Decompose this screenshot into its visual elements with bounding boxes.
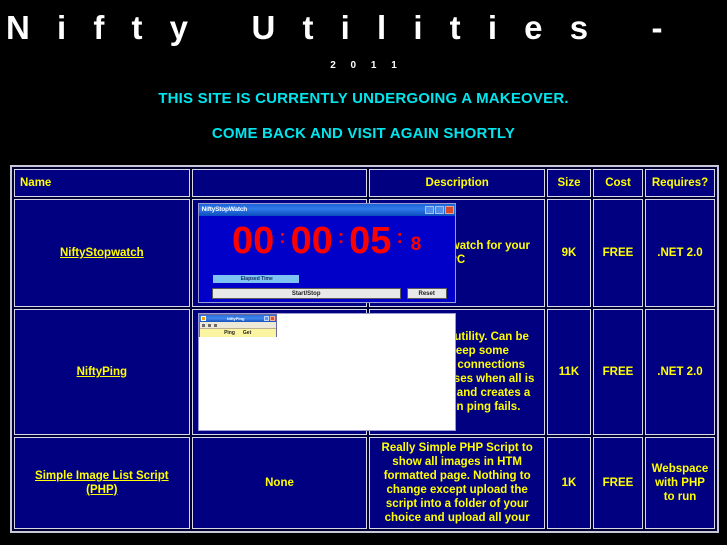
menu-dot-icon	[201, 323, 205, 327]
ping-window-buttons	[263, 316, 275, 321]
row-screenshot-cell: NiftyStopWatch 00 : 00 : 05 : 8 Elapsed …	[191, 199, 456, 307]
row-size-cell: 1K	[547, 437, 591, 529]
menu-dot-icon	[207, 323, 211, 327]
column-header-size: Size	[547, 169, 591, 197]
row-requires-cell: .NET 2.0	[645, 199, 715, 307]
notice-line-2: COME BACK AND VISIT AGAIN SHORTLY	[211, 125, 516, 142]
stopwatch-window-title: NiftyStopWatch	[201, 206, 248, 213]
no-screenshot-label: None	[265, 477, 294, 489]
table-row: NiftyStopwatch NiftyStopWatch 00 : 00 :	[14, 199, 715, 307]
stopwatch-titlebar: NiftyStopWatch	[198, 204, 455, 216]
row-name-cell: Simple Image List Script (PHP)	[14, 437, 190, 529]
close-icon[interactable]	[444, 206, 454, 214]
row-name-cell: NiftyStopwatch	[14, 199, 190, 307]
ping-titlebar: NiftyPing	[199, 315, 276, 322]
notice-line-1: THIS SITE IS CURRENTLY UNDERGOING A MAKE…	[158, 90, 569, 107]
ping-window-title: NiftyPing	[226, 316, 245, 321]
utility-link-simple-image-list-script[interactable]: Simple Image List Script (PHP)	[20, 469, 184, 497]
stopwatch-minutes: 00	[290, 220, 333, 262]
column-header-requires: Requires?	[645, 169, 715, 197]
row-cost-cell: FREE	[593, 309, 643, 435]
stopwatch-reset-button[interactable]: Reset	[406, 288, 447, 299]
minimize-icon[interactable]	[263, 316, 269, 321]
row-cost-cell: FREE	[593, 199, 643, 307]
row-size-cell: 11K	[547, 309, 591, 435]
ping-button[interactable]: Ping	[224, 329, 235, 337]
row-screenshot-cell: None	[191, 437, 368, 529]
stopwatch-status-bar: Elapsed Time	[212, 275, 299, 283]
page-title: N i f t y U t i l i t i e s - U K	[6, 9, 727, 46]
page-masthead: N i f t y U t i l i t i e s - U K 2 0 1 …	[0, 0, 727, 144]
stopwatch-button-row: Start/Stop Reset	[211, 288, 447, 299]
stopwatch-status-text: Elapsed Time	[240, 276, 273, 282]
utility-link-niftystopwatch[interactable]: NiftyStopwatch	[60, 246, 144, 260]
row-name-cell: NiftyPing	[14, 309, 190, 435]
utilities-table-wrap: Name Description Size Cost Requires? Nif…	[0, 165, 727, 533]
row-requires-cell: .NET 2.0	[645, 309, 715, 435]
maximize-icon[interactable]	[434, 206, 444, 214]
column-header-name: Name	[14, 169, 190, 197]
stopwatch-window-buttons	[424, 206, 454, 214]
page-year: 2 0 1 1	[330, 60, 403, 71]
row-description-cell: Really Simple PHP Script to show all ima…	[369, 437, 545, 529]
table-row: Simple Image List Script (PHP) None Real…	[14, 437, 715, 529]
row-size-cell: 9K	[547, 199, 591, 307]
column-header-screenshot	[191, 169, 368, 197]
stopwatch-hours: 00	[231, 220, 275, 262]
stopwatch-seconds: 05	[349, 220, 392, 262]
stopwatch-start-stop-button[interactable]: Start/Stop	[211, 288, 401, 299]
row-cost-cell: FREE	[593, 437, 643, 529]
utility-link-niftyping[interactable]: NiftyPing	[77, 365, 127, 379]
table-row: NiftyPing NiftyPing Ping Get Simple Ping…	[14, 309, 715, 435]
row-screenshot-cell: NiftyPing Ping Get	[191, 309, 456, 435]
stopwatch-tenths: 8	[410, 234, 422, 255]
stopwatch-separator-2: :	[337, 227, 345, 248]
ping-window: NiftyPing Ping Get	[198, 314, 277, 337]
close-icon[interactable]	[269, 316, 275, 321]
ping-toolbar: Ping Get	[199, 328, 276, 337]
stopwatch-display: 00 : 00 : 05 : 8	[199, 217, 455, 265]
table-header-row: Name Description Size Cost Requires?	[14, 169, 715, 197]
column-header-cost: Cost	[593, 169, 643, 197]
row-requires-cell: Webspace with PHP to run	[645, 437, 715, 529]
ping-app-screenshot: NiftyPing Ping Get	[197, 313, 456, 431]
stopwatch-separator-3: :	[396, 227, 403, 248]
utilities-table: Name Description Size Cost Requires? Nif…	[10, 165, 719, 533]
column-header-description: Description	[369, 169, 545, 197]
stopwatch-app-screenshot: NiftyStopWatch 00 : 00 : 05 : 8 Elapsed …	[197, 203, 456, 303]
minimize-icon[interactable]	[424, 206, 434, 214]
menu-dot-icon	[213, 323, 217, 327]
get-button[interactable]: Get	[243, 329, 251, 337]
stopwatch-separator-1: :	[279, 227, 286, 248]
